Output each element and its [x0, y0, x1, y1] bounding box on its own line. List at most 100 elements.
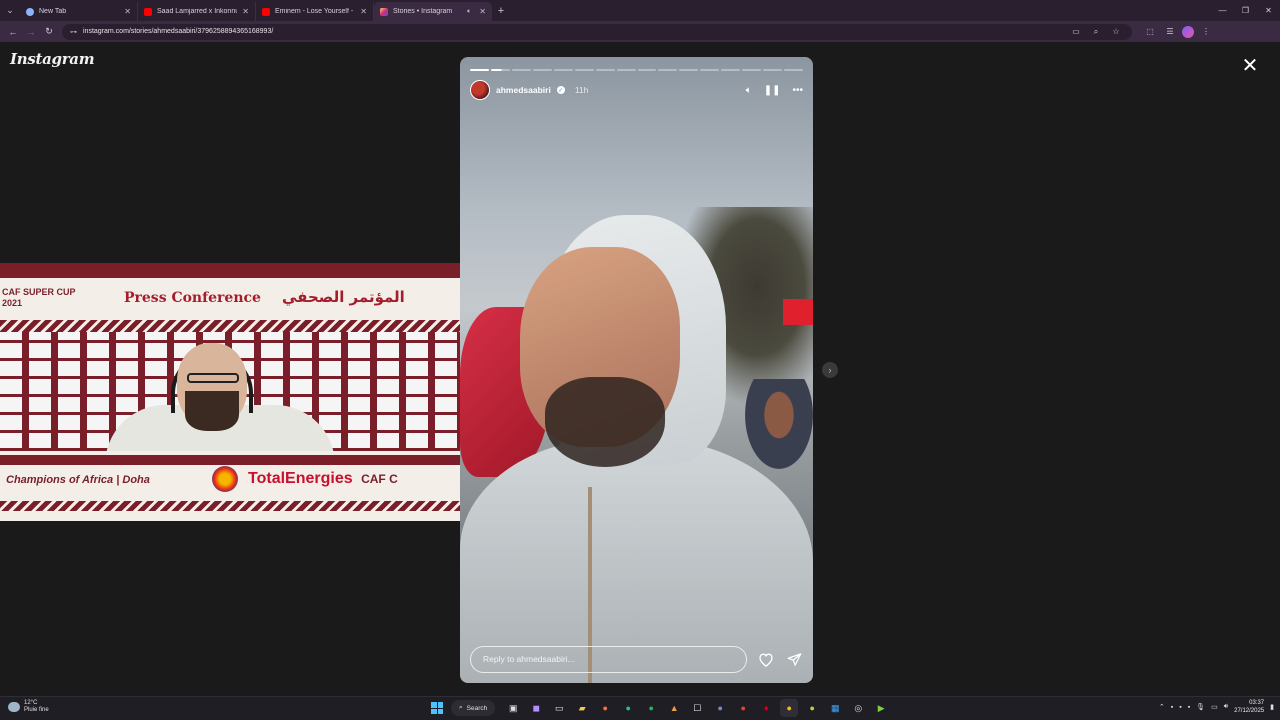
site-info-icon[interactable]: ⊶	[70, 28, 77, 36]
zoom-icon[interactable]: ⌕	[1088, 24, 1104, 40]
firefox-icon[interactable]: ●	[596, 699, 614, 717]
glasses	[187, 373, 239, 383]
story-progress-segment	[700, 69, 720, 71]
tab-audio-icon[interactable]: 🔈︎	[467, 8, 471, 16]
tab-eminem[interactable]: Eminem - Lose Yourself - YouTu ✕	[256, 2, 374, 21]
tab-title: Saad Lamjarred x Inkonnu x Afr	[157, 8, 238, 15]
spotify-icon[interactable]: ●	[642, 699, 660, 717]
task-view-icon[interactable]: ▣	[504, 699, 522, 717]
share-send-icon[interactable]	[785, 650, 803, 668]
instagram-icon	[380, 7, 388, 16]
tray-app-icon[interactable]: ▪	[1171, 704, 1173, 711]
start-windows-icon[interactable]	[428, 699, 446, 717]
close-story-icon[interactable]: ✕	[1240, 56, 1260, 76]
tray-app-icon-3[interactable]: ▪	[1188, 704, 1190, 711]
new-tab-button[interactable]: +	[492, 5, 510, 17]
microphone-icon[interactable]: 🎙︎	[1196, 703, 1205, 711]
caf-super-cup-text: CAF SUPER CUP 2021	[2, 287, 76, 309]
app-icon-6[interactable]: ●	[803, 699, 821, 717]
speaker	[105, 343, 335, 475]
story-username[interactable]: ahmedsaabiri	[496, 85, 551, 95]
caf-text: CAF C	[361, 472, 398, 486]
address-bar[interactable]: ⊶ instagram.com/stories/ahmedsaabiri/379…	[62, 23, 1132, 40]
tab-title: Stories • Instagram	[393, 8, 453, 15]
notification-icon[interactable]: ▮	[1270, 703, 1274, 711]
reply-input[interactable]	[470, 645, 748, 673]
avatar[interactable]	[470, 80, 490, 100]
app-icon-5[interactable]: ♦	[757, 699, 775, 717]
minimize-icon[interactable]: —	[1211, 0, 1234, 21]
app-icon-2[interactable]: ▭	[550, 699, 568, 717]
instagram-logo[interactable]: Instagram	[10, 50, 95, 68]
press-conference-title: Press Conference	[124, 290, 261, 306]
taskbar-apps: ⌕ Search ▣ ◼ ▭ ▰ ● ● ● ▲ ☐ ● ● ♦ ● ● ▦ ◎ …	[428, 699, 890, 717]
app-icon-7[interactable]: ▦	[826, 699, 844, 717]
close-tab-icon[interactable]: ✕	[360, 7, 367, 16]
tab-new-tab[interactable]: New Tab ✕	[20, 2, 138, 21]
network-icon[interactable]: ▭	[1211, 703, 1218, 711]
taskbar-search[interactable]: ⌕ Search	[451, 700, 496, 716]
clock[interactable]: 03:37 27/12/2025	[1234, 699, 1264, 715]
file-explorer-icon[interactable]: ▰	[573, 699, 591, 717]
tab-title: New Tab	[39, 8, 67, 15]
forward-icon[interactable]: →	[22, 23, 40, 41]
press-conference-arabic: المؤتمر الصحفي	[282, 288, 405, 306]
app-icon-4[interactable]: ☐	[688, 699, 706, 717]
more-options-icon[interactable]: •••	[792, 85, 803, 96]
extensions-icon[interactable]: ⬚	[1142, 24, 1158, 40]
tab-instagram-stories[interactable]: Stories • Instagram 🔈︎ ✕	[374, 2, 492, 21]
toolbar: ← → ↻ ⊶ instagram.com/stories/ahmedsaabi…	[0, 21, 1280, 42]
discord-icon[interactable]: ●	[711, 699, 729, 717]
story-bystander	[745, 379, 813, 469]
tab-saad-lamjarred[interactable]: Saad Lamjarred x Inkonnu x Afr ✕	[138, 2, 256, 21]
reading-list-icon[interactable]: ☰	[1162, 24, 1178, 40]
volume-tray-icon[interactable]: 🔊︎	[1224, 703, 1228, 711]
story-progress-segment	[595, 69, 615, 71]
chrome-active-icon[interactable]: ●	[780, 699, 799, 717]
story-viewer[interactable]: ahmedsaabiri ✓ 11h 🔈︎ ❚❚ •••	[460, 57, 813, 683]
close-tab-icon[interactable]: ✕	[479, 7, 486, 16]
weather-desc: Pluie fine	[24, 707, 49, 713]
super-cup-label: CAF SUPER CUP	[2, 287, 76, 297]
story-progress-segment	[721, 69, 741, 71]
instagram-stories-page: Instagram ✕ CAF SUPER CUP 2021 Press Con…	[0, 42, 1280, 696]
tab-search-icon[interactable]: ⌄	[0, 0, 20, 21]
tray-chevron-icon[interactable]: ⌃	[1159, 703, 1165, 711]
story-progress-segment	[784, 69, 803, 71]
cast-icon[interactable]: ▭	[1068, 24, 1084, 40]
close-tab-icon[interactable]: ✕	[242, 7, 249, 16]
totalenergies-logo-icon	[212, 466, 238, 492]
weather-temp: 12°C	[24, 700, 38, 706]
sponsor-text: TotalEnergies CAF C	[248, 470, 398, 488]
story-progress-segment	[679, 69, 699, 71]
next-story-chevron-icon[interactable]: ›	[822, 362, 838, 378]
story-progress-bar	[470, 69, 803, 71]
close-tab-icon[interactable]: ✕	[124, 7, 131, 16]
story-progress-segment	[763, 69, 783, 71]
app-icon-1[interactable]: ◼	[527, 699, 545, 717]
back-icon[interactable]: ←	[4, 23, 22, 41]
edge-icon[interactable]: ●	[619, 699, 637, 717]
story-progress-segment	[490, 69, 510, 71]
tray-app-icon-2[interactable]: ▪	[1179, 704, 1181, 711]
volume-icon[interactable]: 🔈︎	[746, 85, 752, 96]
app-icon-9[interactable]: ▶	[872, 699, 890, 717]
app-icon-8[interactable]: ◎	[849, 699, 867, 717]
chrome-taskbar-icon[interactable]: ●	[734, 699, 752, 717]
bookmark-star-icon[interactable]: ☆	[1108, 24, 1124, 40]
pause-icon[interactable]: ❚❚	[764, 85, 781, 96]
maximize-icon[interactable]: ❐	[1234, 0, 1257, 21]
like-heart-icon[interactable]	[757, 650, 775, 668]
close-window-icon[interactable]: ✕	[1257, 0, 1280, 21]
menu-kebab-icon[interactable]: ⋮	[1198, 24, 1214, 40]
reload-icon[interactable]: ↻	[40, 23, 58, 41]
desk-banner-text: Champions of Africa | Doha	[6, 474, 150, 486]
system-tray: ⌃ ▪ ▪ ▪ 🎙︎ ▭ 🔊︎ 03:37 27/12/2025 ▮	[1159, 699, 1274, 715]
profile-avatar[interactable]	[1182, 25, 1194, 38]
weather-widget[interactable]: 12°C Pluie fine	[8, 700, 49, 714]
story-progress-segment	[553, 69, 573, 71]
app-icon-3[interactable]: ▲	[665, 699, 683, 717]
clock-date: 27/12/2025	[1234, 708, 1265, 714]
verified-badge-icon: ✓	[556, 86, 565, 94]
picture-in-picture-video[interactable]: CAF SUPER CUP 2021 Press Conference المؤ…	[0, 263, 462, 521]
